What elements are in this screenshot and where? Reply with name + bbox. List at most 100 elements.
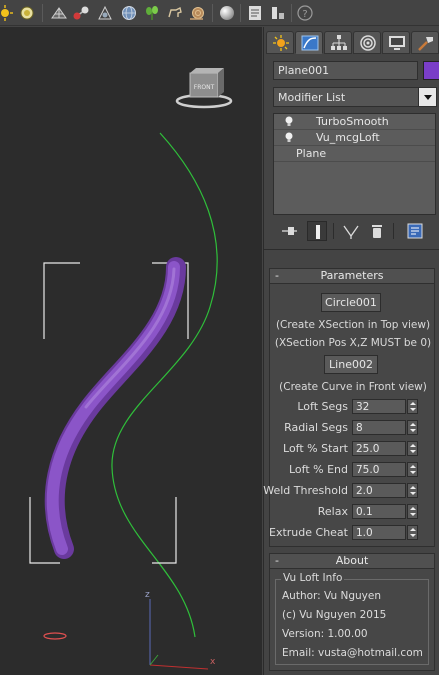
tab-motion[interactable]	[353, 31, 381, 54]
modifier-list-label: Modifier List	[278, 91, 346, 104]
spinner-icon[interactable]	[407, 504, 418, 519]
param-loft-start: Loft % Start 25.0	[270, 441, 436, 457]
spinner-icon[interactable]	[407, 462, 418, 477]
about-title: About	[335, 554, 369, 567]
parameters-title: Parameters	[320, 269, 384, 282]
circle-xsection-shape	[43, 632, 67, 640]
gizmo-x-label: x	[210, 657, 216, 667]
loft-info-group: Vu Loft Info Author: Vu Nguyen (c) Vu Ng…	[275, 572, 429, 665]
parameters-rollout: - Parameters Circle001 (Create XSection …	[263, 268, 436, 547]
remove-modifier-icon[interactable]	[367, 221, 387, 241]
axis-gizmo: z x	[145, 590, 216, 670]
spinner-icon[interactable]	[407, 399, 418, 414]
radial-segs-input[interactable]: 8	[352, 420, 406, 435]
toolbar-separator	[212, 4, 213, 22]
param-label: Weld Threshold	[263, 484, 348, 497]
pin-stack-icon[interactable]	[279, 221, 299, 241]
param-label: Relax	[317, 505, 348, 518]
collapse-icon[interactable]: -	[275, 269, 279, 283]
lightbulb-icon[interactable]	[284, 116, 294, 127]
modifier-stack-toolbar	[273, 219, 436, 243]
viewcube-front-label: FRONT	[194, 84, 215, 91]
stack-item-vu-mcgloft[interactable]: Vu_mcgLoft	[274, 130, 435, 146]
layers-icon[interactable]	[269, 4, 287, 22]
loft-segs-input[interactable]: 32	[352, 399, 406, 414]
stack-toolbar-separator	[333, 223, 334, 239]
sphere-icon[interactable]	[218, 4, 236, 22]
globe-icon[interactable]	[120, 4, 138, 22]
version-line: Version: 1.00.00	[282, 628, 368, 640]
stack-item-turbosmooth[interactable]: TurboSmooth	[274, 114, 435, 130]
viewcube: FRONT	[175, 68, 233, 109]
hierarchy-icon	[331, 35, 347, 50]
spinner-icon[interactable]	[407, 525, 418, 540]
curve-note: (Create Curve in Front view)	[279, 381, 427, 393]
modifier-stack: TurboSmooth Vu_mcgLoft Plane	[273, 113, 436, 215]
copyright-line: (c) Vu Nguyen 2015	[282, 609, 387, 621]
loft-info-group-title: Vu Loft Info	[281, 572, 345, 584]
show-end-result-icon[interactable]	[307, 221, 327, 241]
chevron-down-icon[interactable]	[418, 88, 436, 106]
main-toolbar: ?	[0, 0, 439, 26]
param-loft-segs: Loft Segs 32	[270, 399, 436, 415]
xsection-position-note: (XSection Pos X,Z MUST be 0)	[274, 337, 432, 349]
modifier-list-dropdown[interactable]: Modifier List	[273, 87, 437, 107]
toolbar-separator	[240, 4, 241, 22]
weld-threshold-input[interactable]: 2.0	[352, 483, 406, 498]
list-icon[interactable]	[246, 4, 264, 22]
plant-icon[interactable]	[143, 4, 161, 22]
collapse-icon[interactable]: -	[275, 554, 279, 568]
param-relax: Relax 0.1	[270, 504, 436, 520]
xsection-note: (Create XSection in Top view)	[275, 319, 431, 331]
param-radial-segs: Radial Segs 8	[270, 420, 436, 436]
grid-render-icon[interactable]	[50, 4, 68, 22]
svg-text:?: ?	[302, 9, 307, 20]
tab-hierarchy[interactable]	[324, 31, 352, 54]
object-name-field[interactable]: Plane001	[273, 61, 418, 80]
loft-curve-spline	[111, 132, 218, 638]
animal-icon[interactable]	[166, 4, 184, 22]
spinner-icon[interactable]	[407, 441, 418, 456]
stack-item-plane[interactable]: Plane	[274, 146, 435, 162]
about-rollout: - About Vu Loft Info Author: Vu Nguyen (…	[269, 553, 435, 671]
param-label: Loft % Start	[283, 442, 348, 455]
viewport-scene: FRONT z x	[29, 68, 233, 670]
stack-toolbar-separator	[393, 223, 394, 239]
extrude-cheat-input[interactable]: 1.0	[352, 525, 406, 540]
loft-end-input[interactable]: 75.0	[352, 462, 406, 477]
stack-item-label: TurboSmooth	[316, 115, 389, 128]
configure-sets-icon[interactable]	[405, 221, 425, 241]
perspective-viewport[interactable]: FRONT z x	[0, 27, 262, 675]
tab-utilities[interactable]	[411, 31, 439, 54]
motion-icon	[360, 35, 376, 51]
param-label: Loft Segs	[297, 400, 348, 413]
tab-create[interactable]	[266, 31, 294, 54]
tab-display[interactable]	[382, 31, 410, 54]
spinner-icon[interactable]	[407, 420, 418, 435]
make-unique-icon[interactable]	[341, 221, 361, 241]
about-rollout-header[interactable]: - About	[270, 554, 434, 569]
modify-icon	[301, 35, 319, 51]
spinner-icon[interactable]	[407, 483, 418, 498]
sun-icon[interactable]	[0, 4, 14, 22]
param-label: Radial Segs	[284, 421, 348, 434]
relax-input[interactable]: 0.1	[352, 504, 406, 519]
panel-divider	[264, 249, 439, 250]
help-icon[interactable]: ?	[296, 4, 314, 22]
loft-start-input[interactable]: 25.0	[352, 441, 406, 456]
object-color-swatch[interactable]	[423, 61, 439, 80]
molecule-icon[interactable]	[72, 4, 90, 22]
email-line: Email: vusta@hotmail.com	[282, 647, 423, 659]
gizmo-z-label: z	[145, 590, 150, 600]
xsection-pick-button[interactable]: Circle001	[321, 293, 381, 312]
create-icon	[273, 35, 289, 51]
parameters-rollout-header[interactable]: - Parameters	[270, 269, 434, 284]
sphere-light-icon[interactable]	[18, 4, 36, 22]
toolbar-separator	[291, 4, 292, 22]
scatter-icon[interactable]	[96, 4, 114, 22]
snail-icon[interactable]	[188, 4, 206, 22]
stack-item-label: Vu_mcgLoft	[316, 131, 380, 144]
tab-modify[interactable]	[295, 31, 323, 54]
curve-pick-button[interactable]: Line002	[324, 355, 378, 374]
lightbulb-icon[interactable]	[284, 132, 294, 143]
